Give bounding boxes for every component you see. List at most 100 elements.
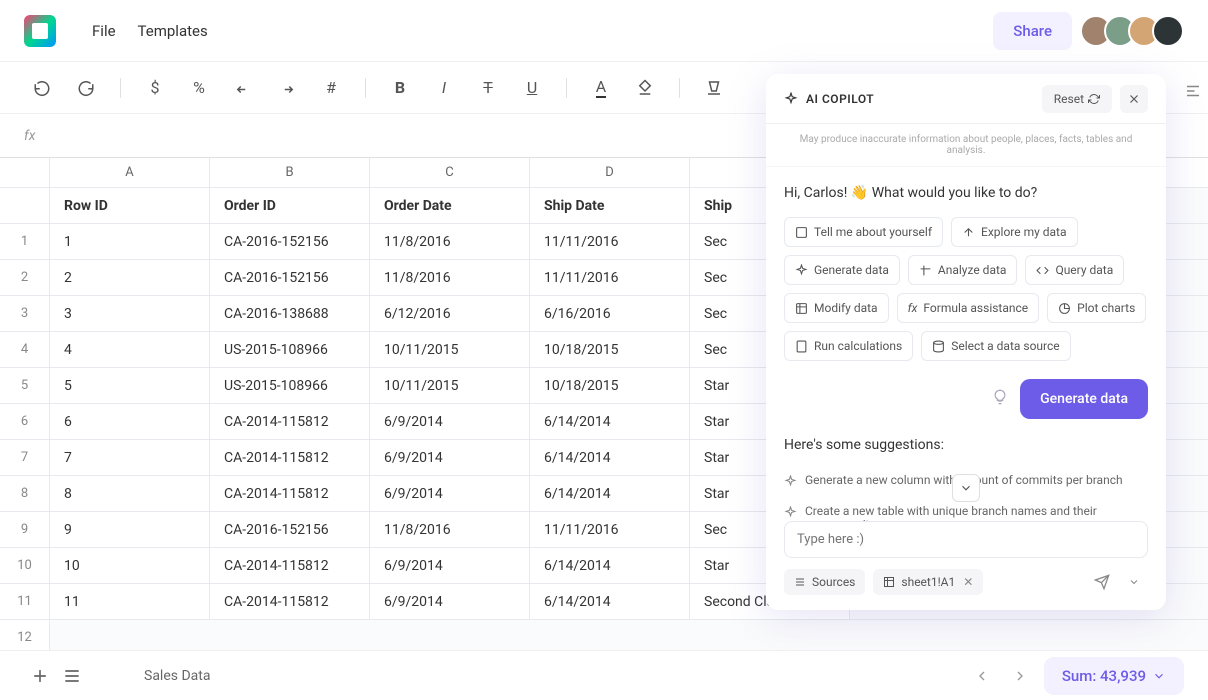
close-button[interactable] [1120, 85, 1148, 113]
copilot-input[interactable] [784, 521, 1148, 558]
col-header[interactable]: B [210, 158, 370, 187]
panel-toggle-icon[interactable] [1184, 82, 1202, 104]
app-logo[interactable] [24, 15, 56, 47]
chip-query[interactable]: Query data [1025, 255, 1124, 285]
chip-plot[interactable]: Plot charts [1047, 293, 1146, 323]
cell[interactable]: 3 [50, 296, 210, 331]
cell[interactable]: 11/11/2016 [530, 224, 690, 259]
generate-data-button[interactable]: Generate data [1020, 379, 1148, 419]
cell[interactable]: US-2015-108966 [210, 332, 370, 367]
menu-templates[interactable]: Templates [138, 22, 208, 40]
cell[interactable]: US-2015-108966 [210, 368, 370, 403]
cell[interactable]: 5 [50, 368, 210, 403]
sum-badge[interactable]: Sum: 43,939 [1044, 657, 1184, 695]
sheet-tab[interactable]: Sales Data [128, 662, 226, 690]
lightbulb-icon[interactable] [992, 389, 1008, 409]
cell[interactable]: CA-2014-115812 [210, 440, 370, 475]
cell[interactable]: Ship Date [530, 188, 690, 223]
row-number[interactable]: 4 [0, 332, 50, 367]
cell[interactable]: 10/18/2015 [530, 368, 690, 403]
cell[interactable]: 6/16/2016 [530, 296, 690, 331]
cell[interactable]: CA-2014-115812 [210, 476, 370, 511]
currency-icon[interactable]: $ [137, 70, 173, 106]
row-number[interactable]: 5 [0, 368, 50, 403]
hash-icon[interactable]: # [313, 70, 349, 106]
row-number[interactable]: 6 [0, 404, 50, 439]
cell[interactable]: 11/8/2016 [370, 224, 530, 259]
scroll-down-icon[interactable] [952, 474, 980, 502]
row-number[interactable]: 7 [0, 440, 50, 475]
increase-decimal-icon[interactable] [269, 70, 305, 106]
decrease-decimal-icon[interactable] [225, 70, 261, 106]
row-number[interactable]: 10 [0, 548, 50, 583]
cell[interactable]: 11/11/2016 [530, 512, 690, 547]
remove-tag-icon[interactable]: ✕ [963, 575, 973, 589]
fill-color-icon[interactable] [627, 70, 663, 106]
col-header[interactable]: C [370, 158, 530, 187]
cell[interactable]: CA-2014-115812 [210, 584, 370, 619]
cell[interactable]: 10/11/2015 [370, 332, 530, 367]
text-color-icon[interactable]: A [583, 70, 619, 106]
clear-format-icon[interactable] [696, 70, 732, 106]
col-header[interactable]: D [530, 158, 690, 187]
cell[interactable]: 11/8/2016 [370, 260, 530, 295]
cell[interactable]: 10/18/2015 [530, 332, 690, 367]
cell[interactable]: 6/9/2014 [370, 404, 530, 439]
send-options-icon[interactable] [1120, 568, 1148, 596]
cell[interactable]: 6 [50, 404, 210, 439]
menu-file[interactable]: File [92, 22, 116, 40]
cell[interactable]: 7 [50, 440, 210, 475]
row-number[interactable]: 2 [0, 260, 50, 295]
cell[interactable]: CA-2016-152156 [210, 224, 370, 259]
bold-icon[interactable]: B [382, 70, 418, 106]
cell[interactable]: CA-2014-115812 [210, 404, 370, 439]
chip-analyze[interactable]: Analyze data [908, 255, 1018, 285]
italic-icon[interactable]: I [426, 70, 462, 106]
cell[interactable]: 6/14/2014 [530, 440, 690, 475]
cell[interactable]: Order Date [370, 188, 530, 223]
cell[interactable]: 6/9/2014 [370, 476, 530, 511]
cell[interactable]: Row ID [50, 188, 210, 223]
cell[interactable]: 6/9/2014 [370, 440, 530, 475]
row-number[interactable]: 1 [0, 224, 50, 259]
col-header[interactable]: A [50, 158, 210, 187]
cell[interactable]: Order ID [210, 188, 370, 223]
chip-source[interactable]: Select a data source [921, 331, 1070, 361]
cell[interactable]: 9 [50, 512, 210, 547]
cell[interactable]: 11 [50, 584, 210, 619]
cell[interactable]: CA-2016-138688 [210, 296, 370, 331]
chip-about[interactable]: Tell me about yourself [784, 217, 943, 247]
chip-formula[interactable]: fxFormula assistance [897, 293, 1040, 323]
range-tag[interactable]: sheet1!A1 ✕ [873, 569, 983, 595]
cell[interactable]: CA-2016-152156 [210, 512, 370, 547]
chip-explore[interactable]: Explore my data [951, 217, 1078, 247]
chip-generate[interactable]: Generate data [784, 255, 900, 285]
add-sheet-icon[interactable] [24, 660, 56, 692]
cell[interactable]: 8 [50, 476, 210, 511]
cell[interactable]: 1 [50, 224, 210, 259]
row-number[interactable]: 11 [0, 584, 50, 619]
cell[interactable]: 2 [50, 260, 210, 295]
send-button[interactable] [1088, 568, 1116, 596]
sources-tag[interactable]: Sources [784, 569, 865, 595]
strikethrough-icon[interactable]: T [470, 70, 506, 106]
underline-icon[interactable]: U [514, 70, 550, 106]
cell[interactable]: 6/9/2014 [370, 584, 530, 619]
cell[interactable]: 4 [50, 332, 210, 367]
cell[interactable]: 6/12/2016 [370, 296, 530, 331]
chip-modify[interactable]: Modify data [784, 293, 889, 323]
reset-button[interactable]: Reset [1042, 85, 1112, 113]
share-button[interactable]: Share [993, 12, 1072, 50]
cell[interactable]: 6/14/2014 [530, 548, 690, 583]
row-number[interactable]: 8 [0, 476, 50, 511]
next-icon[interactable] [1006, 662, 1034, 690]
chip-calc[interactable]: Run calculations [784, 331, 913, 361]
row-number[interactable]: 9 [0, 512, 50, 547]
prev-icon[interactable] [968, 662, 996, 690]
sheet-list-icon[interactable] [56, 660, 88, 692]
cell[interactable]: 6/9/2014 [370, 548, 530, 583]
collaborator-avatars[interactable] [1088, 15, 1184, 47]
cell[interactable]: 11/8/2016 [370, 512, 530, 547]
cell[interactable]: 6/14/2014 [530, 404, 690, 439]
percent-icon[interactable]: % [181, 70, 217, 106]
